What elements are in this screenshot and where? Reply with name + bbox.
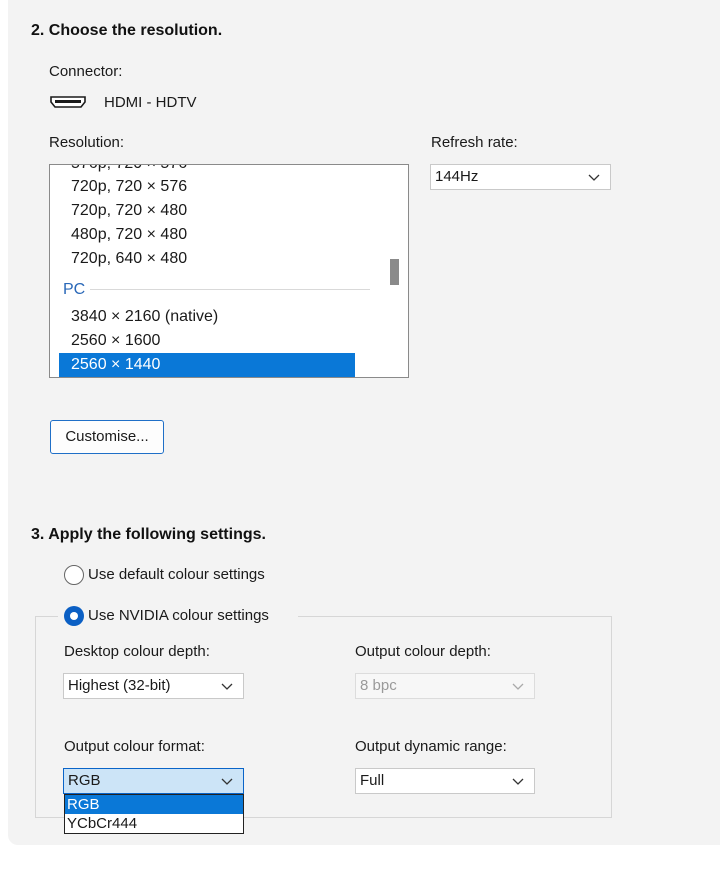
output-format-select[interactable]: RGB: [63, 768, 244, 794]
connector-value: HDMI - HDTV: [104, 94, 197, 111]
dropdown-option-ycbcr444[interactable]: YCbCr444: [65, 814, 243, 833]
section-3-heading: 3. Apply the following settings.: [31, 526, 266, 543]
chevron-down-icon: [221, 778, 233, 785]
resolution-label: Resolution:: [49, 134, 125, 151]
connector-label: Connector:: [49, 63, 123, 80]
resolution-item[interactable]: 720p, 720 × 576: [71, 178, 187, 196]
resolution-item[interactable]: 720p, 720 × 480: [71, 202, 187, 220]
resolution-item[interactable]: 3840 × 2160 (native): [71, 308, 218, 326]
refresh-rate-value: 144Hz: [435, 168, 479, 185]
resolution-item-selected[interactable]: 2560 × 1440: [59, 353, 355, 377]
radio-nvidia-label[interactable]: Use NVIDIA colour settings: [88, 607, 269, 624]
output-depth-label: Output colour depth:: [355, 643, 491, 660]
dynamic-range-select[interactable]: Full: [355, 768, 535, 794]
desktop-depth-select[interactable]: Highest (32-bit): [63, 673, 244, 699]
listbox-scrollbar-thumb[interactable]: [390, 259, 399, 285]
chevron-down-icon: [512, 683, 524, 690]
resolution-listbox[interactable]: 576p, 720 × 576 720p, 720 × 576 720p, 72…: [49, 164, 409, 378]
radio-default-colour[interactable]: [64, 565, 84, 585]
output-depth-value: 8 bpc: [360, 677, 397, 694]
resolution-group-pc: PC: [63, 281, 86, 298]
output-depth-select[interactable]: 8 bpc: [355, 673, 535, 699]
output-format-label: Output colour format:: [64, 738, 205, 755]
resolution-item[interactable]: 2560 × 1600: [71, 332, 160, 350]
customise-button[interactable]: Customise...: [50, 420, 164, 454]
radio-nvidia-colour[interactable]: [64, 606, 84, 626]
output-format-dropdown: RGB YCbCr444: [64, 794, 244, 834]
desktop-depth-value: Highest (32-bit): [68, 677, 171, 694]
section-2-heading: 2. Choose the resolution.: [31, 22, 223, 39]
dynamic-range-label: Output dynamic range:: [355, 738, 507, 755]
chevron-down-icon: [588, 174, 600, 181]
resolution-item[interactable]: 576p, 720 × 576: [71, 165, 187, 173]
refresh-rate-select[interactable]: 144Hz: [430, 164, 611, 190]
chevron-down-icon: [512, 778, 524, 785]
radio-default-label[interactable]: Use default colour settings: [88, 566, 265, 583]
output-format-value: RGB: [68, 772, 101, 789]
dropdown-option-rgb[interactable]: RGB: [65, 795, 243, 814]
resolution-item[interactable]: 720p, 640 × 480: [71, 250, 187, 268]
desktop-depth-label: Desktop colour depth:: [64, 643, 210, 660]
chevron-down-icon: [221, 683, 233, 690]
resolution-item[interactable]: 480p, 720 × 480: [71, 226, 187, 244]
group-divider: [90, 289, 370, 290]
refresh-rate-label: Refresh rate:: [431, 134, 518, 151]
hdmi-connector-icon: [50, 96, 86, 108]
dynamic-range-value: Full: [360, 772, 385, 789]
